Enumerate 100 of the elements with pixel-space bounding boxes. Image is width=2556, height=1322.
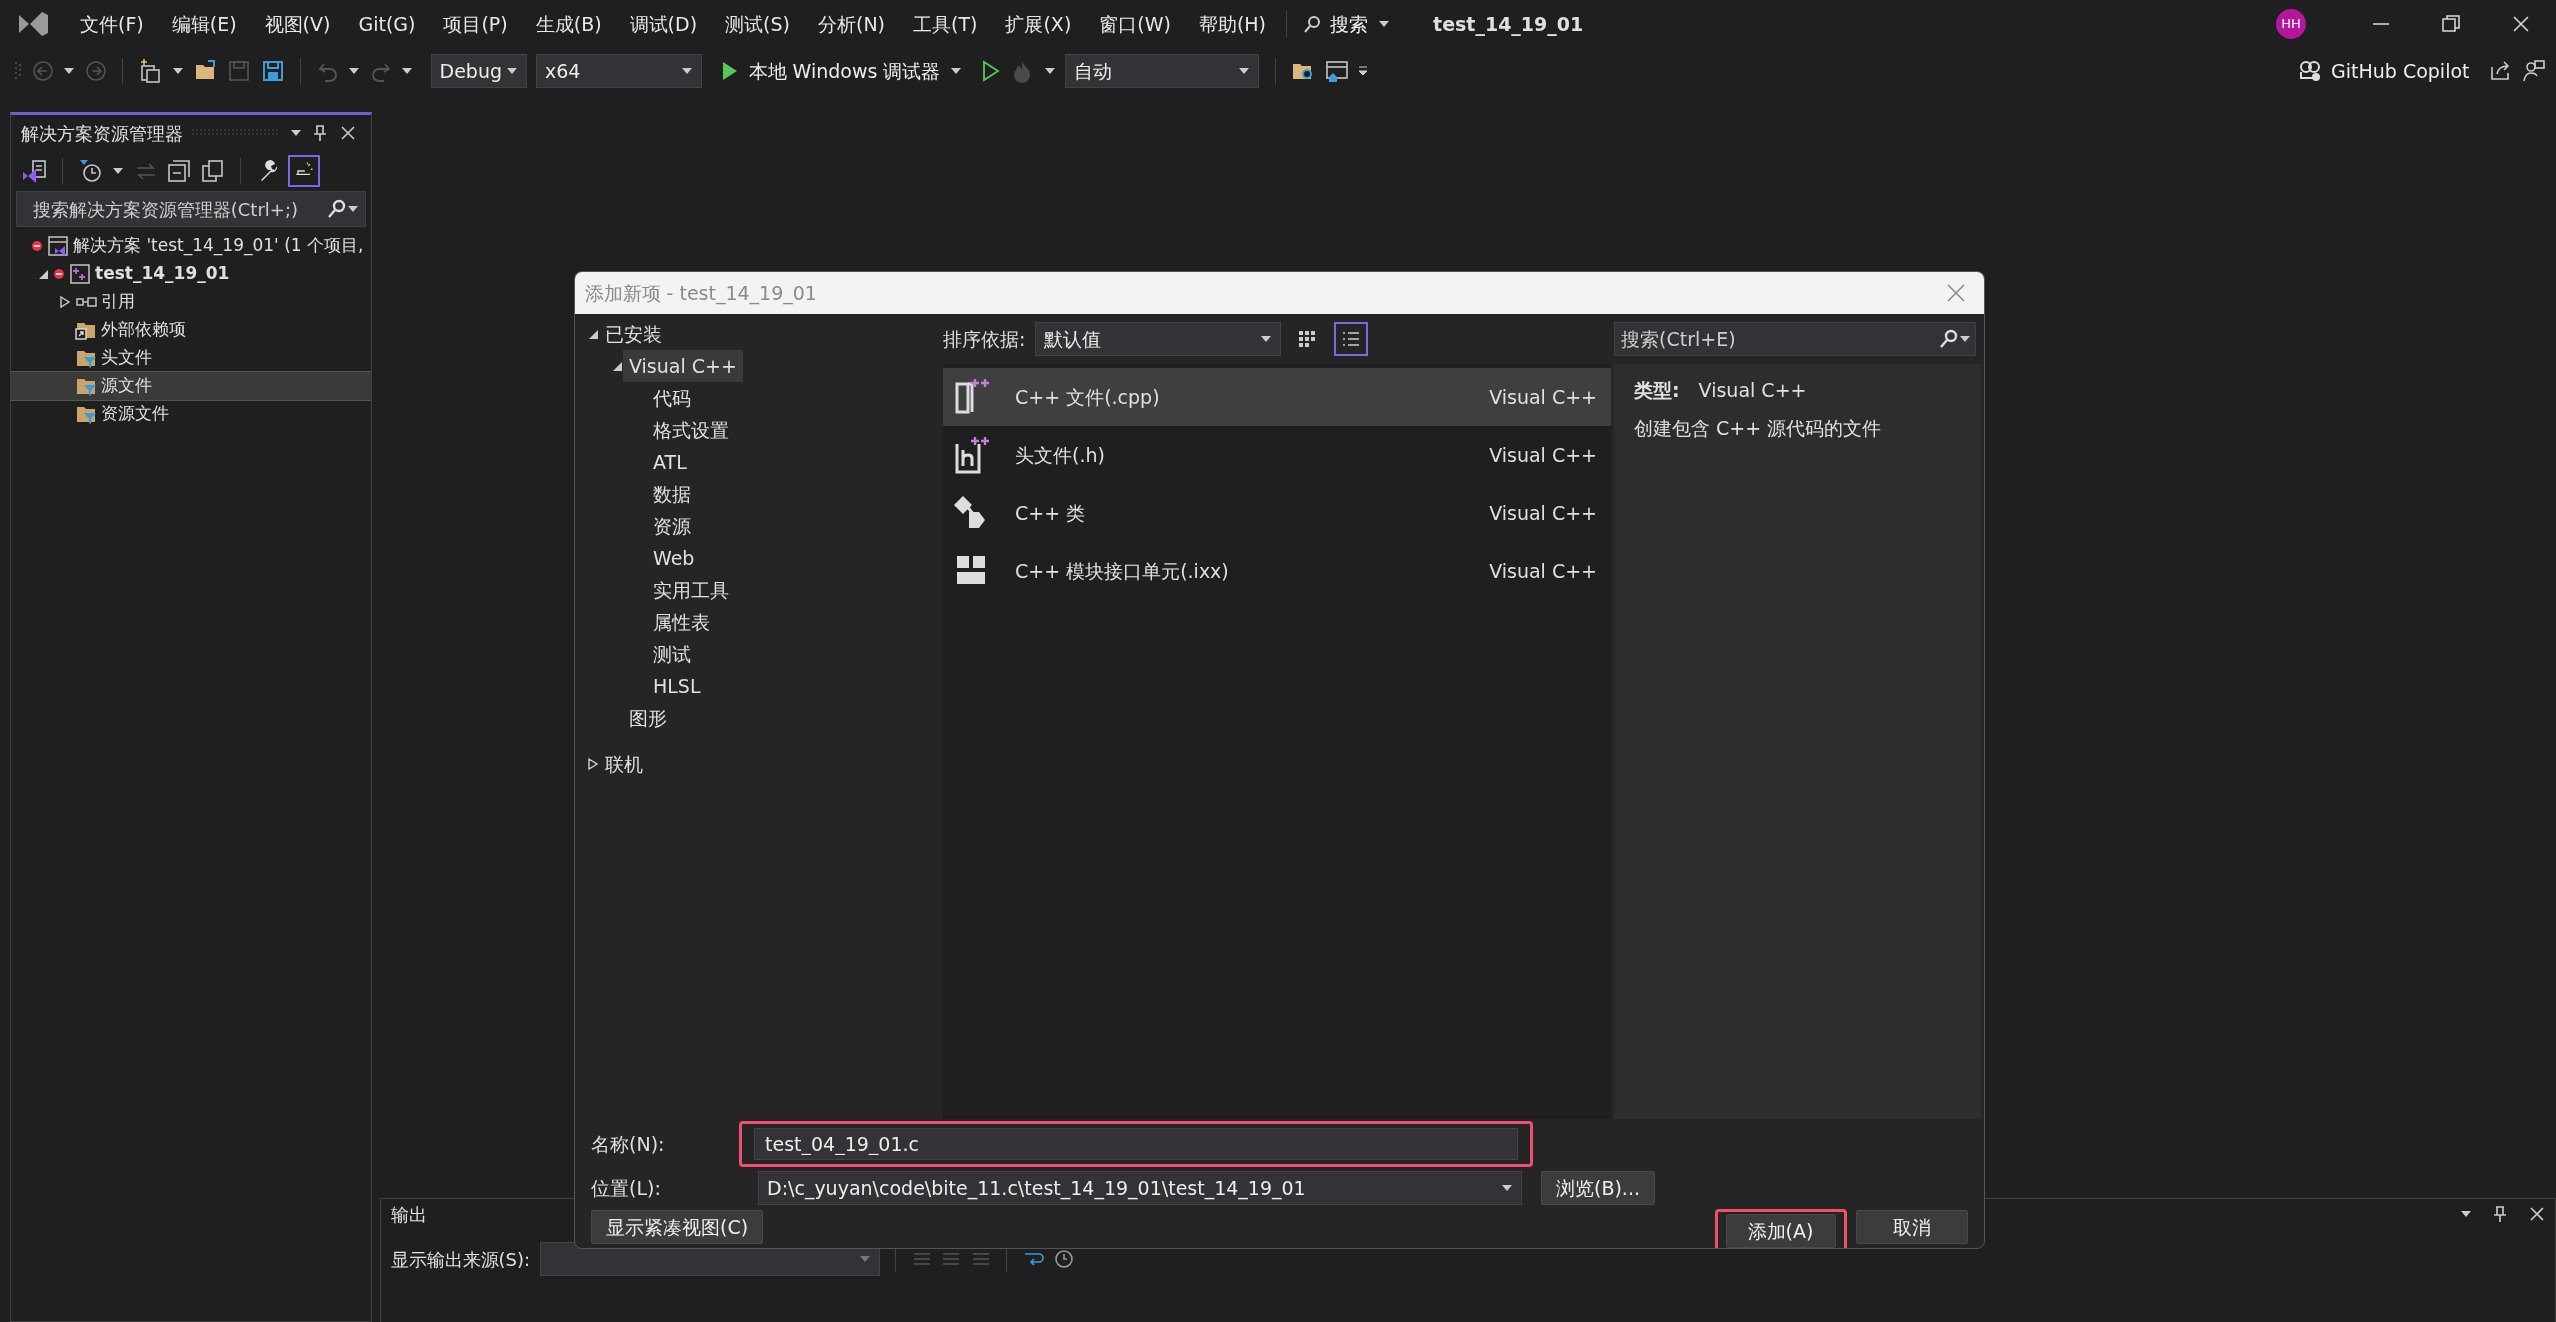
caret-icon	[858, 1254, 871, 1264]
category-item[interactable]: ATL	[647, 445, 693, 479]
tree-item[interactable]: 源文件	[11, 371, 371, 400]
menu-item[interactable]: 窗口(W)	[1085, 9, 1185, 39]
category-item[interactable]: Web	[647, 541, 701, 575]
menu-item[interactable]: 调试(D)	[615, 9, 712, 39]
category-item[interactable]: 已安装	[599, 317, 668, 351]
menu-item[interactable]: Git(G)	[344, 9, 430, 39]
category-item[interactable]: 资源	[647, 509, 697, 543]
category-item[interactable]: 测试	[647, 637, 697, 671]
search-input[interactable]: 搜索(Ctrl+E)	[1619, 323, 1939, 355]
platform-dropdown[interactable]: x64	[536, 54, 702, 88]
caret-icon	[1501, 1183, 1513, 1193]
menu-item[interactable]: 编辑(E)	[157, 9, 251, 39]
show-all-files-icon[interactable]	[200, 159, 225, 183]
save-all-icon[interactable]	[260, 59, 285, 83]
compact-view-button[interactable]: 显示紧凑视图(C)	[591, 1210, 764, 1244]
new-item-icon[interactable]	[138, 58, 163, 84]
search-button[interactable]: 搜索	[1293, 5, 1400, 43]
expanded-icon[interactable]	[587, 328, 599, 340]
tree-item[interactable]: 外部依赖项	[11, 315, 371, 344]
menu-item[interactable]: 生成(B)	[521, 9, 616, 39]
menu-item[interactable]: 测试(S)	[711, 9, 804, 39]
description-text: 创建包含 C++ 源代码的文件	[1634, 416, 1883, 441]
menu-item[interactable]: 扩展(X)	[991, 9, 1086, 39]
user-avatar[interactable]: HH	[2276, 9, 2306, 39]
start-without-debug-icon[interactable]	[980, 60, 1001, 82]
menu-item[interactable]: 项目(P)	[429, 9, 522, 39]
field-label: 位置(L):	[591, 1175, 662, 1201]
menu-item[interactable]: 文件(F)	[66, 9, 158, 39]
menu-item[interactable]: 帮助(H)	[1184, 9, 1281, 39]
history-icon[interactable]	[78, 159, 103, 183]
tree-item[interactable]: 头文件	[11, 343, 371, 372]
cpp-file-icon	[953, 378, 991, 416]
close-icon[interactable]	[2527, 1205, 2546, 1223]
caret-icon[interactable]	[1043, 66, 1056, 76]
search-icon	[327, 199, 348, 219]
app-logo-icon	[16, 9, 50, 39]
tree-item[interactable]: 解决方案 'test_14_19_01' (1 个项目,	[11, 231, 371, 260]
browse-button[interactable]: 浏览(B)...	[1541, 1171, 1655, 1205]
collapsed-icon[interactable]	[59, 295, 71, 308]
project-title: test_14_19_01	[1433, 11, 1584, 38]
configuration-dropdown[interactable]: Debug	[430, 54, 527, 88]
add-button[interactable]: 添加(A)	[1725, 1214, 1836, 1248]
menu-item[interactable]: 工具(T)	[899, 9, 992, 39]
search-icon	[1939, 329, 1959, 349]
pin-icon[interactable]	[311, 124, 329, 142]
run-button[interactable]: 本地 Windows 调试器	[711, 52, 972, 90]
preview-icon[interactable]	[290, 157, 318, 185]
search-icon	[1302, 15, 1321, 33]
caret-icon[interactable]	[289, 128, 302, 138]
panel-title: 输出	[390, 1202, 427, 1227]
cancel-button[interactable]: 取消	[1856, 1210, 1968, 1244]
copilot-button[interactable]: GitHub Copilot	[2288, 52, 2479, 90]
tree-item[interactable]: test_14_19_01	[11, 259, 371, 288]
template-item[interactable]: C++ 模块接口单元(.ixx) Visual C++	[943, 542, 1611, 600]
status-dot-icon	[53, 267, 65, 280]
tree-item[interactable]: 引用	[11, 287, 371, 316]
template-item[interactable]: C++ 类 Visual C++	[943, 484, 1611, 542]
tree-item[interactable]: 资源文件	[11, 399, 371, 428]
caret-icon	[505, 66, 518, 76]
collapse-all-icon[interactable]	[167, 159, 191, 183]
feedback-icon[interactable]	[2522, 59, 2546, 83]
search-field[interactable]: 搜索解决方案资源管理器(Ctrl+;)	[15, 191, 367, 227]
caret-icon[interactable]	[63, 66, 75, 76]
status-dot-icon	[31, 239, 43, 252]
category-item[interactable]: Visual C++	[623, 349, 743, 383]
caret-icon[interactable]	[348, 66, 360, 76]
collapsed-icon[interactable]	[587, 758, 599, 770]
caret-icon[interactable]	[112, 166, 124, 176]
name-input[interactable]: test_04_19_01.c	[754, 1128, 1518, 1160]
vs-solution-icon[interactable]	[20, 158, 47, 184]
template-item[interactable]: C++ 文件(.cpp) Visual C++	[943, 368, 1611, 426]
window-home-icon[interactable]	[1324, 59, 1349, 83]
category-item[interactable]: 代码	[647, 381, 697, 415]
clock-icon[interactable]	[1054, 1249, 1075, 1269]
category-item[interactable]: HLSL	[647, 669, 707, 703]
list-view-button[interactable]	[1333, 322, 1368, 356]
template-item[interactable]: 头文件(.h) Visual C++	[943, 426, 1611, 484]
overflow-icon[interactable]	[1358, 66, 1369, 76]
menu-item[interactable]: 分析(N)	[803, 9, 899, 39]
category-item[interactable]: 格式设置	[647, 413, 735, 447]
mode-dropdown[interactable]: 自动	[1065, 54, 1260, 88]
close-icon[interactable]	[2511, 14, 2531, 34]
sort-dropdown[interactable]: 默认值	[1034, 322, 1281, 356]
caret-icon[interactable]	[401, 66, 413, 76]
search-field[interactable]: 搜索(Ctrl+E)	[1614, 322, 1976, 356]
expanded-icon[interactable]	[611, 360, 623, 372]
caret-icon[interactable]	[172, 66, 184, 76]
location-dropdown[interactable]: D:\c_yuyan\code\bite_11.c\test_14_19_01\test_14_19_01	[758, 1171, 1522, 1205]
close-icon[interactable]	[338, 124, 357, 142]
caret-icon	[681, 66, 693, 76]
category-item[interactable]: 图形	[623, 701, 673, 735]
category-item[interactable]: 属性表	[647, 605, 716, 639]
category-item[interactable]: 实用工具	[647, 573, 735, 607]
caret-icon[interactable]	[2459, 1209, 2472, 1219]
category-item[interactable]: 联机	[599, 747, 649, 781]
restore-icon[interactable]	[2441, 14, 2461, 34]
menu-item[interactable]: 视图(V)	[250, 9, 345, 39]
category-item[interactable]: 数据	[647, 477, 697, 511]
